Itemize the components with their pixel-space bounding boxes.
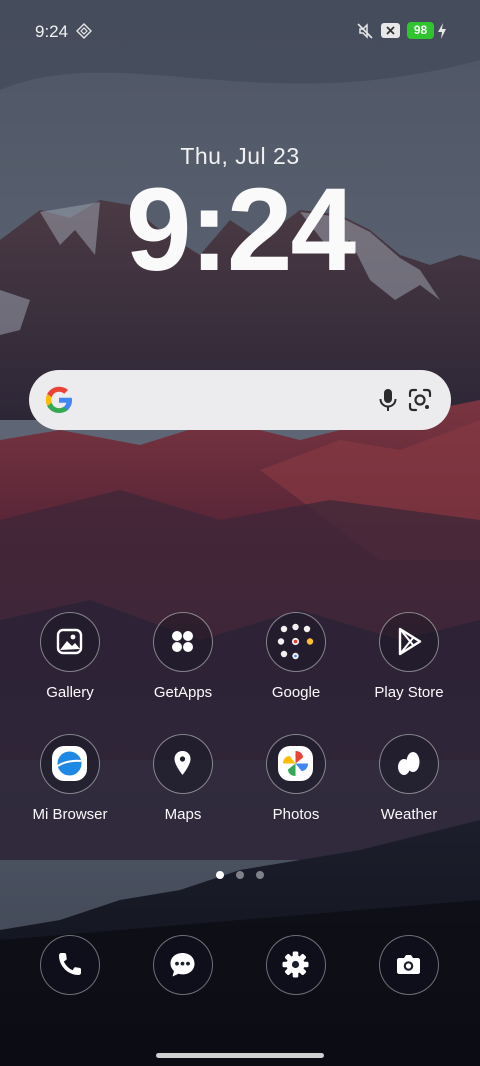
- mute-icon: [357, 23, 373, 39]
- microphone-icon[interactable]: [374, 386, 402, 414]
- google-search-bar[interactable]: [29, 370, 451, 430]
- getapps-icon: [153, 612, 213, 672]
- app-getapps[interactable]: GetApps: [123, 612, 243, 701]
- dock-settings[interactable]: [266, 935, 326, 995]
- app-label: Play Store: [374, 684, 444, 701]
- dock-camera[interactable]: [379, 935, 439, 995]
- settings-icon: [282, 951, 309, 978]
- app-maps[interactable]: Maps: [123, 734, 243, 823]
- app-photos[interactable]: Photos: [236, 734, 356, 823]
- phone-icon: [59, 953, 81, 975]
- app-label: GetApps: [153, 684, 213, 701]
- dock-messages[interactable]: [153, 935, 213, 995]
- status-time: 9:24: [35, 22, 69, 41]
- app-label: Weather: [380, 806, 438, 823]
- google-g-icon: [45, 386, 72, 413]
- clock-time[interactable]: 9:24: [0, 170, 480, 290]
- dock-phone[interactable]: [40, 935, 100, 995]
- charging-bolt-icon: [438, 23, 446, 39]
- app-label: Gallery: [46, 684, 94, 701]
- app-weather[interactable]: Weather: [349, 734, 469, 823]
- page-dot-3[interactable]: [256, 871, 264, 879]
- mi-browser-icon: [40, 734, 100, 794]
- play-store-icon: [379, 612, 439, 672]
- weather-icon: [379, 734, 439, 794]
- battery-icon: 98: [407, 22, 434, 39]
- gallery-icon: [40, 612, 100, 672]
- app-play-store[interactable]: Play Store: [349, 612, 469, 701]
- status-bar: 9:24 98: [0, 0, 480, 62]
- app-mi-browser[interactable]: Mi Browser: [10, 734, 130, 823]
- page-indicator: [0, 866, 480, 879]
- app-label: Google: [271, 684, 321, 701]
- sync-diamond-icon: [76, 23, 92, 39]
- app-label: Mi Browser: [32, 806, 108, 823]
- messages-icon: [170, 953, 195, 977]
- app-google-folder[interactable]: Google: [236, 612, 356, 701]
- app-gallery[interactable]: Gallery: [10, 612, 130, 701]
- google-folder-icon: [266, 612, 326, 672]
- maps-icon: [153, 734, 213, 794]
- photos-icon: [266, 734, 326, 794]
- home-gesture-bar[interactable]: [156, 1053, 324, 1058]
- page-dot-2[interactable]: [236, 871, 244, 879]
- app-label: Maps: [164, 806, 202, 823]
- app-label: Photos: [272, 806, 320, 823]
- google-lens-icon[interactable]: [405, 385, 435, 415]
- page-dot-1[interactable]: [216, 871, 224, 879]
- camera-icon: [397, 955, 420, 974]
- no-sim-icon: [381, 23, 400, 38]
